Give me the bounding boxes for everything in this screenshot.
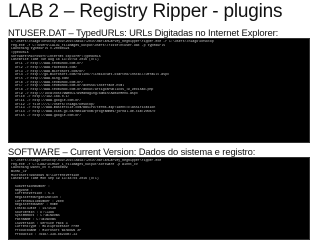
typedurls-console-screenshot: C:\Users\Thiago\Desktop\HUD\2015\ANSAT\2… [8,38,310,143]
typedurls-caption: NTUSER.DAT – TypedURLs: URLs Digitadas n… [8,27,279,38]
software-console-screenshot: C:\Users\Thiago\Desktop\HUD\2015\ANSAT\2… [8,157,310,240]
typedurls-console-output: C:\Users\Thiago\Desktop\HUD\2015\ANSAT\2… [9,39,309,118]
console-line: url15 -> http://www.google.com.br/ [11,113,82,117]
console-line: ProductId : 76487-338-8623087-22 [11,232,78,236]
software-caption: SOFTWARE – Current Version: Dados do sis… [8,146,256,157]
software-console-output: C:\Users\Thiago\Desktop\HUD\2015\ANSAT\2… [9,158,309,237]
slide-title: LAB 2 – Registry Ripper - plugins [8,1,283,22]
